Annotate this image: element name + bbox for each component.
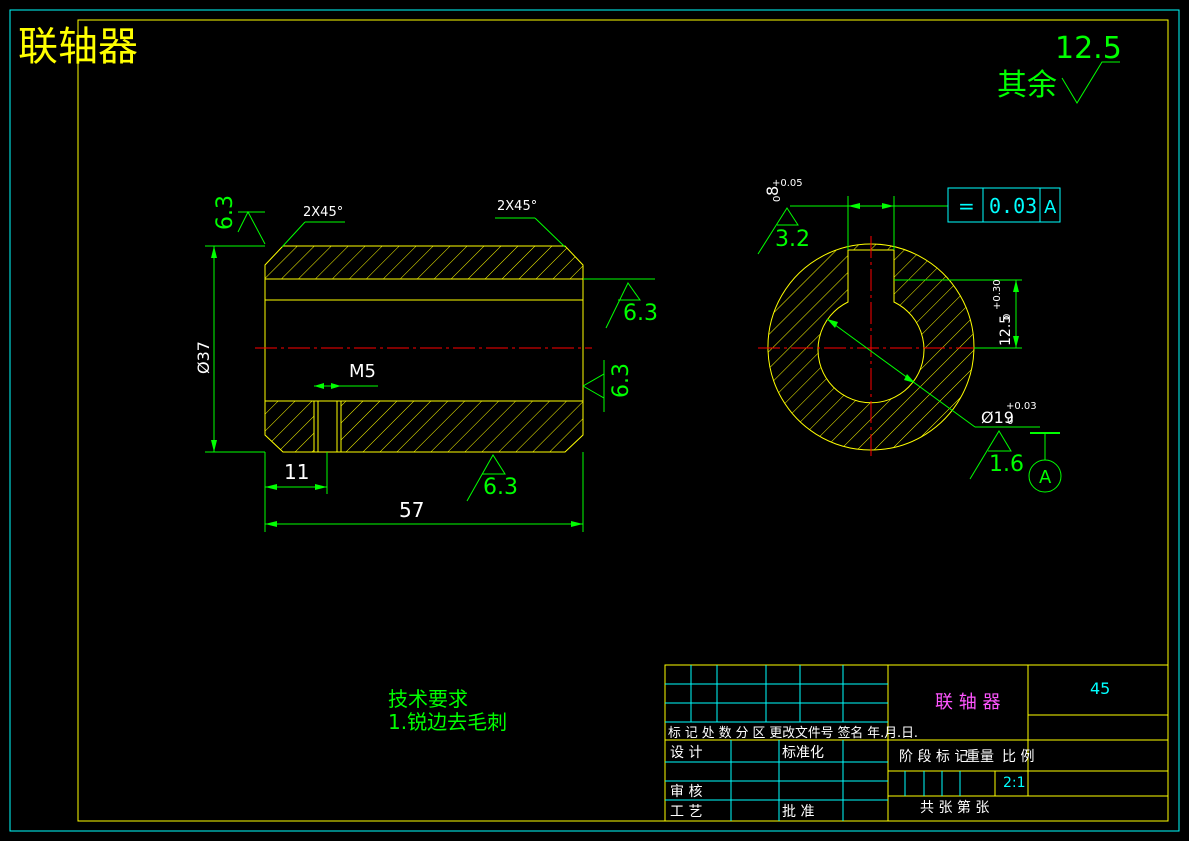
front-view: 6.3 2X45° 2X45° 6.3 6.3 Ø37 M5 11 57 6.3 xyxy=(194,195,658,532)
roughness-right-upper: 6.3 xyxy=(583,278,658,329)
svg-text:3.2: 3.2 xyxy=(775,227,810,252)
side-view: 8 +0.05 0 3.2 = 0.03 A 12.5 +0.30 0 Ø19 … xyxy=(757,178,1062,493)
svg-text:A: A xyxy=(1044,197,1057,218)
drawing-title: 联轴器 xyxy=(18,24,138,70)
length-dimension: 57 xyxy=(264,452,584,532)
svg-text:6.3: 6.3 xyxy=(483,475,518,500)
title-block: 联 轴 器 45 标 记 处 数 分 区 更改文件号 签名 年.月.日. 设 计… xyxy=(664,664,1169,822)
svg-text:6.3: 6.3 xyxy=(213,195,238,230)
design-label: 设 计 xyxy=(670,745,702,761)
thread-position-dimension: 11 xyxy=(264,452,328,494)
roughness-bore: 1.6 xyxy=(969,430,1024,480)
standardize-label: 标准化 xyxy=(782,745,824,761)
datum-a-marker: A xyxy=(1028,432,1062,493)
svg-text:M5: M5 xyxy=(349,361,376,382)
scale-value: 2:1 xyxy=(1003,775,1026,791)
symmetry-icon: = xyxy=(958,194,975,218)
svg-text:1.6: 1.6 xyxy=(989,452,1024,477)
bottom-wall-section xyxy=(264,400,584,453)
svg-text:+0.03: +0.03 xyxy=(1006,401,1037,412)
roughness-keyway: 3.2 xyxy=(757,207,810,255)
sheets-label: 共 张 第 张 xyxy=(920,799,989,816)
default-roughness-value: 12.5 xyxy=(1055,31,1122,66)
default-roughness-label: 其余 xyxy=(997,68,1057,103)
svg-text:57: 57 xyxy=(399,498,424,522)
svg-text:+0.05: +0.05 xyxy=(772,178,803,189)
svg-text:Ø37: Ø37 xyxy=(194,341,213,374)
stage-label: 阶 段 标 记 xyxy=(899,749,968,765)
symmetry-tolerance-frame: = 0.03 A xyxy=(947,187,1061,223)
diameter-dimension: Ø37 xyxy=(194,245,265,453)
roughness-left-top: 6.3 xyxy=(213,195,266,245)
svg-text:0: 0 xyxy=(772,196,783,202)
drawing-sheet: 联轴器 12.5 其余 6.3 2X45° 2X45° 6.3 6.3 Ø37 … xyxy=(9,9,1180,832)
roughness-bottom: 6.3 xyxy=(466,454,518,502)
svg-text:11: 11 xyxy=(284,460,309,484)
thread-dimension: M5 xyxy=(314,361,378,389)
material: 45 xyxy=(1090,679,1110,698)
svg-text:0.03: 0.03 xyxy=(989,194,1037,218)
svg-text:A: A xyxy=(1039,467,1052,488)
roughness-right-face: 6.3 xyxy=(582,360,634,412)
default-roughness: 12.5 其余 xyxy=(997,31,1122,104)
chamfer-left-label: 2X45° xyxy=(303,205,343,220)
weight-label: 重量 xyxy=(966,749,994,765)
roughness-symbol-icon xyxy=(1061,61,1120,104)
svg-text:0: 0 xyxy=(1007,416,1013,427)
chamfer-right-label: 2X45° xyxy=(497,199,537,214)
review-label: 审 核 xyxy=(670,784,702,800)
process-label: 工 艺 xyxy=(670,804,702,820)
top-wall-section xyxy=(264,245,584,280)
svg-text:0: 0 xyxy=(1002,314,1013,320)
svg-text:6.3: 6.3 xyxy=(623,301,658,326)
scale-label: 比 例 xyxy=(1002,749,1034,765)
tech-requirements-heading: 技术要求 xyxy=(388,687,468,711)
part-name: 联 轴 器 xyxy=(935,692,1000,713)
header-row: 标 记 处 数 分 区 更改文件号 签名 年.月.日. xyxy=(668,725,918,741)
svg-text:+0.30: +0.30 xyxy=(992,279,1003,310)
approve-label: 批 准 xyxy=(782,804,814,820)
tech-requirements-item: 1.锐边去毛刺 xyxy=(388,710,507,734)
svg-text:6.3: 6.3 xyxy=(609,363,634,398)
